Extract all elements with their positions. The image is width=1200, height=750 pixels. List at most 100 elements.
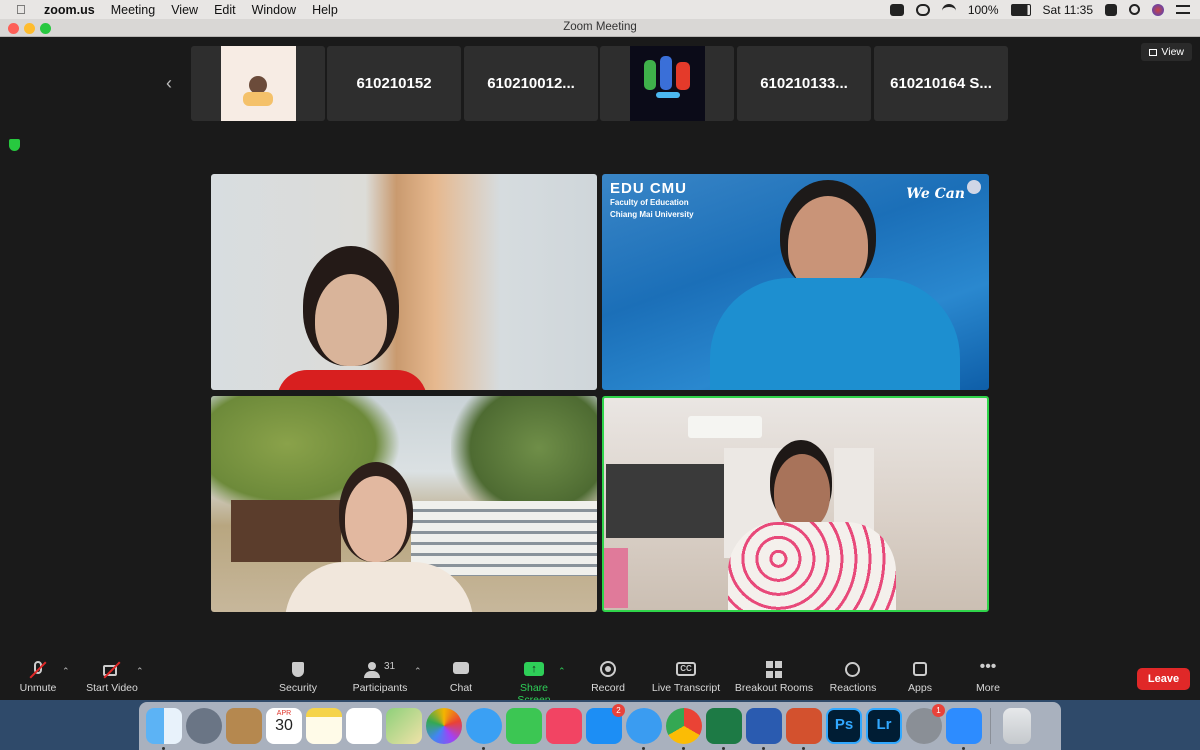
app-store-icon[interactable]: 2	[586, 704, 625, 744]
start-video-label: Start Video	[86, 682, 138, 694]
participants-options-caret[interactable]: ⌃	[414, 666, 422, 677]
breakout-rooms-button[interactable]: Breakout Rooms	[734, 661, 814, 694]
creative-cloud-icon[interactable]	[915, 3, 930, 16]
ellipsis-icon: •••	[979, 658, 997, 675]
view-button[interactable]: View	[1141, 43, 1192, 61]
unmute-label: Unmute	[19, 682, 57, 694]
calendar-icon[interactable]: APR 30	[266, 708, 302, 744]
reactions-button[interactable]: Reactions	[828, 661, 878, 694]
security-button[interactable]: Security	[278, 661, 318, 694]
participants-count: 31	[384, 661, 396, 672]
lightroom-label: Lr	[876, 716, 892, 733]
menu-view[interactable]: View	[171, 3, 198, 17]
music-icon[interactable]	[546, 708, 582, 744]
participant-face	[345, 476, 407, 562]
excel-icon[interactable]	[706, 708, 742, 750]
thumbnail-avatar-cartoon[interactable]	[191, 46, 325, 121]
trash-icon[interactable]	[1003, 708, 1031, 744]
leave-button[interactable]: Leave	[1137, 668, 1190, 690]
chat-label: Chat	[449, 682, 473, 694]
participants-label: Participants	[352, 682, 408, 694]
smiley-plus-icon	[842, 661, 864, 679]
audio-options-caret[interactable]: ⌃	[62, 666, 70, 677]
thumbnail-participant[interactable]: 610210012...	[464, 46, 598, 121]
battery-icon[interactable]	[1010, 3, 1031, 16]
thumbnail-prev-arrow[interactable]: ‹	[166, 73, 172, 94]
menu-app[interactable]: zoom.us	[44, 3, 95, 17]
apple-icon[interactable]: 	[16, 2, 30, 17]
share-screen-icon: ↑	[523, 661, 545, 679]
facetime-icon[interactable]	[506, 708, 542, 744]
wifi-icon[interactable]	[941, 3, 956, 16]
clock[interactable]: Sat 11:35	[1043, 3, 1093, 17]
calendar-day: 30	[275, 717, 293, 734]
menubar:  zoom.us Meeting View Edit Window Help …	[0, 0, 1200, 19]
thumbnail-avatar-inside-out[interactable]	[600, 46, 734, 121]
reactions-label: Reactions	[829, 682, 877, 694]
menu-window[interactable]: Window	[252, 3, 296, 17]
thumbnail-participant[interactable]: 610210133...	[737, 46, 871, 121]
finder-icon[interactable]	[146, 708, 182, 750]
start-video-button[interactable]: Start Video	[84, 661, 140, 694]
record-button[interactable]: Record	[590, 661, 626, 694]
unmute-button[interactable]: Unmute	[18, 661, 58, 694]
word-icon[interactable]	[746, 708, 782, 750]
share-options-caret[interactable]: ⌃	[558, 666, 566, 677]
thumbnail-participant[interactable]: 610210164 S...	[874, 46, 1008, 121]
view-button-label: View	[1161, 46, 1184, 58]
app-store-badge: 2	[612, 704, 625, 717]
meeting-toolbar: Unmute ⌃ Start Video ⌃ Security 31 Parti…	[0, 657, 1200, 706]
participant-shirt-floral	[728, 522, 896, 610]
contacts-icon[interactable]	[226, 708, 262, 744]
dock-separator	[990, 708, 991, 744]
photos-icon[interactable]	[426, 708, 462, 744]
encryption-shield-icon[interactable]	[9, 139, 20, 151]
cc-badge: CC	[676, 662, 696, 676]
zoom-icon[interactable]	[946, 708, 982, 750]
window-titlebar: Zoom Meeting	[0, 19, 1200, 37]
chrome-icon[interactable]	[666, 708, 702, 750]
notion-icon[interactable]	[1105, 3, 1117, 16]
live-transcript-button[interactable]: CC Live Transcript	[650, 661, 722, 694]
safari-icon[interactable]	[626, 708, 662, 750]
control-center-icon[interactable]	[1176, 5, 1190, 14]
menu-meeting[interactable]: Meeting	[111, 3, 155, 17]
menu-edit[interactable]: Edit	[214, 3, 236, 17]
photoshop-label: Ps	[834, 716, 854, 733]
video-tile-active-speaker[interactable]	[602, 396, 989, 612]
participants-button[interactable]: 31 Participants	[350, 661, 410, 694]
we-can-slogan: We Can	[906, 186, 965, 202]
breakout-rooms-label: Breakout Rooms	[734, 682, 814, 694]
apps-label: Apps	[908, 682, 932, 694]
system-preferences-icon[interactable]: 1	[906, 704, 945, 744]
microphone-muted-icon	[27, 661, 49, 679]
participant-face	[774, 454, 830, 530]
messages-icon[interactable]	[466, 708, 502, 750]
spotlight-search-icon[interactable]	[1129, 4, 1140, 15]
reminders-icon[interactable]	[346, 708, 382, 744]
notes-icon[interactable]	[306, 708, 342, 744]
video-tile-participant[interactable]	[211, 396, 597, 612]
thumbnail-name: 610210152	[356, 75, 432, 92]
video-tile-participant[interactable]: EDU CMU Faculty of Education Chiang Mai …	[602, 174, 989, 390]
video-options-caret[interactable]: ⌃	[136, 666, 144, 677]
participant-shirt	[277, 370, 427, 390]
zoom-status-icon[interactable]	[889, 3, 904, 16]
siri-icon[interactable]	[1152, 3, 1164, 16]
apps-button[interactable]: Apps	[904, 661, 936, 694]
maps-icon[interactable]	[386, 708, 422, 744]
grid-view-icon	[1149, 48, 1158, 56]
powerpoint-icon[interactable]	[786, 708, 822, 750]
chat-button[interactable]: Chat	[446, 661, 476, 694]
menu-help[interactable]: Help	[312, 3, 338, 17]
edu-cmu-logo: EDU CMU Faculty of Education Chiang Mai …	[610, 180, 694, 221]
calendar-month: APR	[276, 710, 292, 717]
video-tile-participant[interactable]	[211, 174, 597, 390]
lightroom-icon[interactable]: Lr	[866, 708, 902, 744]
more-button[interactable]: ••• More	[972, 658, 1004, 695]
cartoon-avatar-image	[220, 46, 296, 121]
thumbnail-participant[interactable]: 610210152	[327, 46, 461, 121]
photoshop-icon[interactable]: Ps	[826, 708, 862, 744]
battery-percent: 100%	[967, 2, 999, 17]
launchpad-icon[interactable]	[186, 708, 222, 744]
